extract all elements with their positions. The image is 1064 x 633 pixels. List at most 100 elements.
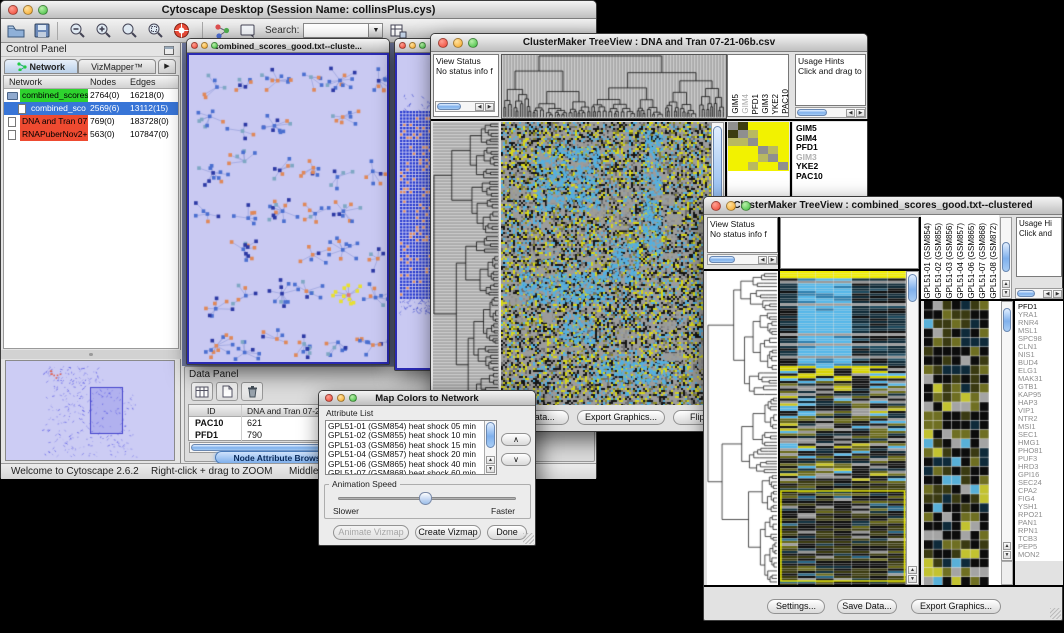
gene-label[interactable]: PAC10	[796, 172, 867, 182]
scroll-right-icon[interactable]: ▶	[1053, 290, 1062, 298]
row-dendrogram-canvas[interactable]	[433, 122, 499, 405]
search-dropdown-arrow-icon[interactable]: ▼	[369, 23, 383, 38]
scrollbar-thumb[interactable]	[797, 109, 827, 116]
create-vizmap-button[interactable]: Create Vizmap	[415, 525, 481, 540]
close-button[interactable]	[711, 201, 721, 211]
export-graphics-button[interactable]: Export Graphics...	[577, 410, 665, 425]
attribute-item[interactable]: GPL51-07 (GSM868) heat shock 60 min	[328, 469, 496, 475]
save-data-button[interactable]: Save Data...	[837, 599, 897, 614]
zoom-fit-icon[interactable]	[118, 21, 140, 41]
titlebar-network-view[interactable]: combined_scores_good.txt--cluste...	[187, 39, 389, 53]
scroll-up-icon[interactable]: ▲	[486, 456, 495, 464]
scrollbar-thumb[interactable]	[1017, 290, 1035, 297]
animate-vizmap-button[interactable]: Animate Vizmap	[333, 525, 409, 540]
move-up-button[interactable]: ∧	[501, 433, 531, 446]
network-table-header[interactable]: Network Nodes Edges	[4, 76, 178, 89]
save-icon[interactable]	[31, 21, 53, 41]
scroll-left-icon[interactable]: ◀	[475, 103, 484, 111]
scroll-left-icon[interactable]: ◀	[846, 109, 855, 117]
minimize-button[interactable]	[23, 5, 33, 15]
resize-grip[interactable]	[523, 533, 534, 544]
close-button[interactable]	[325, 394, 333, 402]
zoomed-heatmap-canvas[interactable]	[924, 301, 989, 585]
scrollbar-thumb[interactable]	[486, 422, 495, 448]
zoom-button[interactable]	[741, 201, 751, 211]
attribute-list-vscrollbar[interactable]: ▲ ▼	[484, 421, 496, 474]
zoom-button[interactable]	[38, 5, 48, 15]
scrollbar-thumb[interactable]	[437, 103, 461, 110]
scrollbar-thumb[interactable]	[709, 256, 735, 263]
scroll-up-icon[interactable]: ▲	[1002, 280, 1010, 288]
close-button[interactable]	[8, 5, 18, 15]
usage-hints-hscrollbar[interactable]: ◀ ▶	[795, 107, 866, 118]
scrollbar-thumb[interactable]	[1002, 242, 1010, 272]
minimize-button[interactable]	[726, 201, 736, 211]
detach-panel-icon[interactable]	[164, 46, 174, 55]
titlebar-map-colors[interactable]: Map Colors to Network	[319, 391, 535, 406]
slider-thumb[interactable]	[419, 492, 432, 505]
tab-overflow-arrow[interactable]: ▶	[158, 59, 176, 74]
heatmap-canvas[interactable]	[501, 122, 711, 405]
gene-labels-list[interactable]: PFD1YRA1RNR4MSL1SPC98CLN1NIS1BUD4ELG1MAK…	[1015, 301, 1063, 561]
titlebar-treeview1[interactable]: ClusterMaker TreeView : DNA and Tran 07-…	[431, 34, 867, 52]
scrollbar-thumb[interactable]	[1003, 308, 1011, 332]
scroll-right-icon[interactable]: ▶	[485, 103, 494, 111]
attribute-select-icon[interactable]	[191, 382, 213, 401]
tab-vizmapper[interactable]: VizMapper™	[78, 59, 156, 74]
view-status-hscrollbar[interactable]: ◀ ▶	[707, 254, 778, 265]
search-input[interactable]	[303, 23, 369, 38]
open-folder-icon[interactable]	[5, 21, 27, 41]
zoom-in-icon[interactable]	[92, 21, 114, 41]
row-dendrogram-canvas[interactable]	[707, 271, 778, 585]
scroll-up-icon[interactable]: ▲	[1003, 542, 1011, 550]
scroll-down-icon[interactable]: ▼	[486, 465, 495, 473]
column-labels-vscrollbar[interactable]: ▲ ▼	[1000, 217, 1012, 299]
mini-heatmap-matrix[interactable]	[728, 122, 789, 171]
gene-list-vscrollbar[interactable]: ▲ ▼	[1001, 301, 1013, 561]
minimize-button[interactable]	[409, 42, 416, 49]
zoom-out-icon[interactable]	[66, 21, 88, 41]
titlebar-main[interactable]: Cytoscape Desktop (Session Name: collins…	[1, 1, 596, 19]
move-down-button[interactable]: ∨	[501, 453, 531, 466]
zoom-button[interactable]	[349, 394, 357, 402]
heatmap-canvas[interactable]	[780, 271, 906, 585]
network-overview-canvas[interactable]	[6, 361, 174, 460]
zoom-button[interactable]	[468, 38, 478, 48]
scroll-left-icon[interactable]: ◀	[1043, 290, 1052, 298]
close-button[interactable]	[399, 42, 406, 49]
resize-grip[interactable]	[1050, 608, 1061, 619]
settings-button[interactable]: Settings...	[767, 599, 825, 614]
close-button[interactable]	[191, 42, 198, 49]
scroll-right-icon[interactable]: ▶	[856, 109, 865, 117]
scroll-down-icon[interactable]: ▼	[1002, 289, 1010, 297]
heatmap-vscrollbar[interactable]: ▲ ▼	[906, 271, 919, 585]
tab-network[interactable]: Network	[4, 59, 78, 74]
new-attribute-icon[interactable]	[216, 382, 238, 401]
scroll-down-icon[interactable]: ▼	[908, 575, 917, 583]
view-status-hscrollbar[interactable]: ◀ ▶	[435, 101, 495, 112]
titlebar-treeview2[interactable]: ClusterMaker TreeView : combined_scores_…	[704, 197, 1062, 215]
minimize-button[interactable]	[337, 394, 345, 402]
gene-list-hscrollbar[interactable]: ◀ ▶	[1015, 288, 1063, 299]
network-canvas[interactable]	[189, 55, 389, 364]
scroll-up-icon[interactable]: ▲	[908, 566, 917, 574]
export-graphics-button[interactable]: Export Graphics...	[911, 599, 1001, 614]
zoom-button[interactable]	[419, 42, 426, 49]
close-button[interactable]	[438, 38, 448, 48]
done-button[interactable]: Done	[487, 525, 527, 540]
scrollbar-thumb[interactable]	[908, 274, 917, 302]
network-list-row[interactable]: RNAPuberNov2+563(0)107847(0)	[4, 128, 178, 141]
scroll-left-icon[interactable]: ◀	[758, 256, 767, 264]
network-list-row[interactable]: DNA and Tran 07769(0)183728(0)	[4, 115, 178, 128]
minimize-button[interactable]	[453, 38, 463, 48]
network-overview-panel[interactable]	[5, 360, 175, 461]
network-list-row[interactable]: combined_scores2764(0)16218(0)	[4, 89, 178, 102]
network-list-row[interactable]: combined_sco2569(6)13112(15)	[4, 102, 178, 115]
scroll-down-icon[interactable]: ▼	[1003, 551, 1011, 559]
delete-attribute-trash-icon[interactable]	[241, 382, 263, 401]
column-dendrogram-canvas[interactable]	[501, 54, 727, 119]
scroll-right-icon[interactable]: ▶	[768, 256, 777, 264]
zoom-selected-icon[interactable]	[144, 21, 166, 41]
gene-label[interactable]: MON2	[1018, 551, 1063, 559]
minimize-button[interactable]	[201, 42, 208, 49]
